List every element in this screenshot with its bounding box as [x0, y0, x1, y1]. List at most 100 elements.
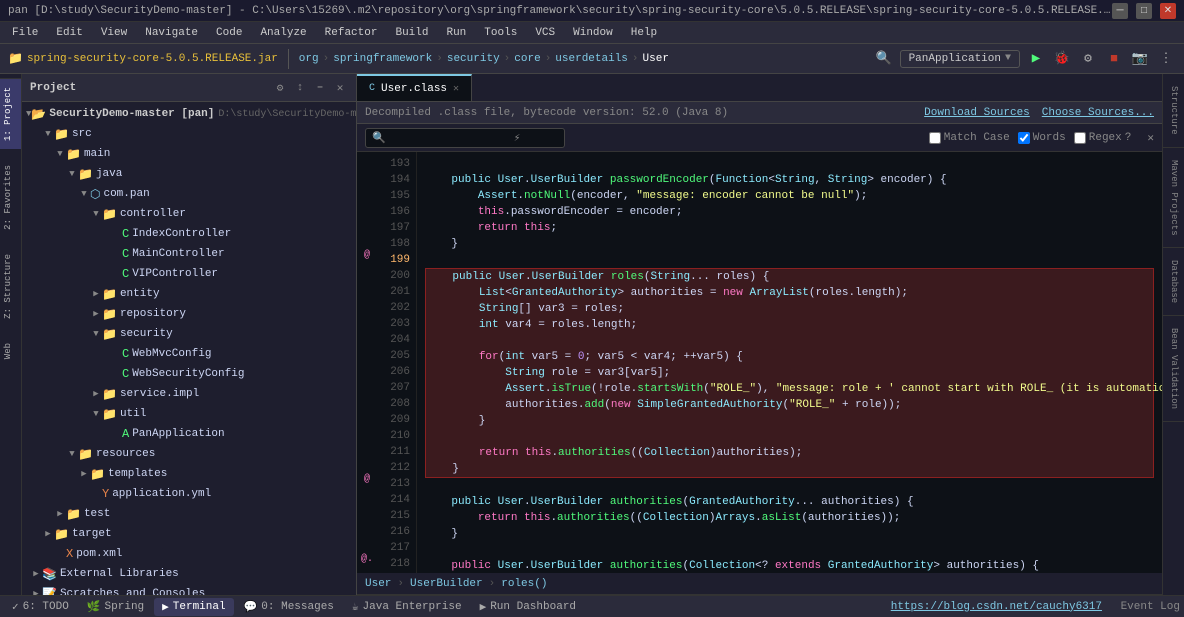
tree-item-repository[interactable]: ▶ 📁 repository — [22, 304, 356, 324]
tree-item-target[interactable]: ▶ 📁 target — [22, 524, 356, 544]
zstructure-icon[interactable]: Z: Structure — [0, 246, 21, 327]
tree-item-src[interactable]: ▼ 📁 src — [22, 124, 356, 144]
tree-item-security[interactable]: ▼ 📁 security — [22, 324, 356, 344]
menu-edit[interactable]: Edit — [48, 25, 90, 41]
panel-gear-icon[interactable]: ⚙ — [272, 80, 288, 96]
search-close-icon[interactable]: ✕ — [1147, 131, 1154, 145]
tree-item-resources[interactable]: ▼ 📁 resources — [22, 444, 356, 464]
menu-code[interactable]: Code — [208, 25, 250, 41]
close-button[interactable]: ✕ — [1160, 3, 1176, 19]
stop-icon[interactable]: ■ — [1104, 49, 1124, 69]
bottom-tab-spring[interactable]: 🌿 Spring — [79, 598, 152, 616]
filter-icon[interactable]: ⚡ — [514, 131, 521, 145]
right-label-beanvalidation[interactable]: Bean Validation — [1163, 316, 1184, 422]
controller-folder-icon: 📁 — [102, 207, 117, 222]
tree-item-root[interactable]: ▼ 📂 SecurityDemo-master [pan] D:\study\S… — [22, 104, 356, 124]
bc-sep-2: › — [489, 578, 496, 590]
bottom-tab-rundashboard[interactable]: ▶ Run Dashboard — [472, 598, 584, 616]
search-input[interactable] — [390, 132, 510, 144]
regex-checkbox[interactable] — [1074, 132, 1086, 144]
bottom-tab-messages[interactable]: 💬 0: Messages — [236, 598, 342, 616]
bc-springframework[interactable]: springframework — [333, 53, 432, 65]
run-config-dropdown[interactable]: PanApplication ▼ — [900, 50, 1020, 68]
maximize-button[interactable]: □ — [1136, 3, 1152, 19]
right-label-structure[interactable]: Structure — [1163, 74, 1184, 148]
regex-option[interactable]: Regex ? — [1074, 132, 1132, 144]
tree-item-main[interactable]: ▼ 📁 main — [22, 144, 356, 164]
menu-file[interactable]: File — [4, 25, 46, 41]
panel-sync-icon[interactable]: ↕ — [292, 80, 308, 96]
menu-help[interactable]: Help — [623, 25, 665, 41]
tree-item-extlib[interactable]: ▶ 📚 External Libraries — [22, 564, 356, 584]
bc-security[interactable]: security — [447, 53, 500, 65]
choose-sources-button[interactable]: Choose Sources... — [1042, 107, 1154, 119]
web-icon[interactable]: Web — [0, 335, 21, 367]
bc-user[interactable]: User — [643, 53, 669, 65]
run-icon[interactable]: ▶ — [1026, 49, 1046, 69]
bottom-tab-terminal[interactable]: ▶ Terminal — [154, 598, 233, 616]
words-checkbox[interactable] — [1018, 132, 1030, 144]
tree-item-webmvcconfig[interactable]: C WebMvcConfig — [22, 344, 356, 364]
menu-tools[interactable]: Tools — [476, 25, 525, 41]
right-label-maven[interactable]: Maven Projects — [1163, 148, 1184, 249]
tree-item-test[interactable]: ▶ 📁 test — [22, 504, 356, 524]
menu-refactor[interactable]: Refactor — [317, 25, 386, 41]
event-log-label[interactable]: Event Log — [1121, 601, 1180, 613]
menu-analyze[interactable]: Analyze — [252, 25, 314, 41]
minimize-button[interactable]: ─ — [1112, 3, 1128, 19]
tab-user-class-icon: C — [369, 83, 375, 94]
tree-item-pomxml[interactable]: X pom.xml — [22, 544, 356, 564]
menu-navigate[interactable]: Navigate — [137, 25, 206, 41]
panel-close-icon[interactable]: ✕ — [332, 80, 348, 96]
menu-build[interactable]: Build — [387, 25, 436, 41]
camera-icon[interactable]: 📷 — [1130, 49, 1150, 69]
bc-user-bottom[interactable]: User — [365, 578, 391, 590]
match-case-checkbox[interactable] — [929, 132, 941, 144]
tree-item-util[interactable]: ▼ 📁 util — [22, 404, 356, 424]
project-panel-icon[interactable]: 1: Project — [0, 78, 21, 149]
match-case-option[interactable]: Match Case — [929, 132, 1010, 144]
bottom-bar: ✓ 6: TODO 🌿 Spring ▶ Terminal 💬 0: Messa… — [0, 595, 1184, 617]
menu-run[interactable]: Run — [438, 25, 474, 41]
code-content[interactable]: public User.UserBuilder passwordEncoder(… — [417, 152, 1162, 573]
bottom-tab-javaee[interactable]: ☕ Java Enterprise — [344, 598, 470, 616]
bottom-tab-todo[interactable]: ✓ 6: TODO — [4, 598, 77, 616]
more-icon[interactable]: ⋮ — [1156, 49, 1176, 69]
tree-item-scratches[interactable]: ▶ 📝 Scratches and Consoles — [22, 584, 356, 595]
bc-userbuilder-bottom[interactable]: UserBuilder — [410, 578, 483, 590]
tree-item-java[interactable]: ▼ 📁 java — [22, 164, 356, 184]
bc-core[interactable]: core — [514, 53, 540, 65]
debug-icon[interactable]: 🐞 — [1052, 49, 1072, 69]
todo-label: 6: TODO — [23, 601, 69, 613]
tree-item-indexcontroller[interactable]: C IndexController — [22, 224, 356, 244]
tab-close-icon[interactable]: ✕ — [453, 83, 459, 95]
editor-area: C User.class ✕ Decompiled .class file, b… — [357, 74, 1162, 595]
settings-icon[interactable]: ⚙ — [1078, 49, 1098, 69]
favorites-icon[interactable]: 2: Favorites — [0, 157, 21, 238]
menu-window[interactable]: Window — [565, 25, 621, 41]
words-option[interactable]: Words — [1018, 132, 1066, 144]
tree-item-appyml[interactable]: Y application.yml — [22, 484, 356, 504]
tree-item-compan[interactable]: ▼ ⬡ com.pan — [22, 184, 356, 204]
download-sources-button[interactable]: Download Sources — [924, 107, 1030, 119]
menu-vcs[interactable]: VCS — [527, 25, 563, 41]
tree-item-templates[interactable]: ▶ 📁 templates — [22, 464, 356, 484]
bc-roles-bottom[interactable]: roles() — [501, 578, 547, 590]
tab-user-class[interactable]: C User.class ✕ — [357, 74, 472, 101]
tree-item-controller[interactable]: ▼ 📁 controller — [22, 204, 356, 224]
panel-collapse-icon[interactable]: – — [312, 80, 328, 96]
right-label-database[interactable]: Database — [1163, 248, 1184, 316]
bc-userdetails[interactable]: userdetails — [555, 53, 628, 65]
tree-item-serviceimpl[interactable]: ▶ 📁 service.impl — [22, 384, 356, 404]
tree-item-entity[interactable]: ▶ 📁 entity — [22, 284, 356, 304]
tree-label-panapplication: PanApplication — [132, 428, 224, 440]
tree-item-panapplication[interactable]: A PanApplication — [22, 424, 356, 444]
tree-item-maincontroller[interactable]: C MainController — [22, 244, 356, 264]
tree-item-vipcontroller[interactable]: C VIPController — [22, 264, 356, 284]
status-url-text[interactable]: https://blog.csdn.net/cauchy6317 — [891, 601, 1102, 613]
tree-item-websecurityconfig[interactable]: C WebSecurityConfig — [22, 364, 356, 384]
menu-view[interactable]: View — [93, 25, 135, 41]
search-everywhere-icon[interactable]: 🔍 — [874, 49, 894, 69]
bc-org[interactable]: org — [299, 53, 319, 65]
javaee-label: Java Enterprise — [363, 601, 462, 613]
